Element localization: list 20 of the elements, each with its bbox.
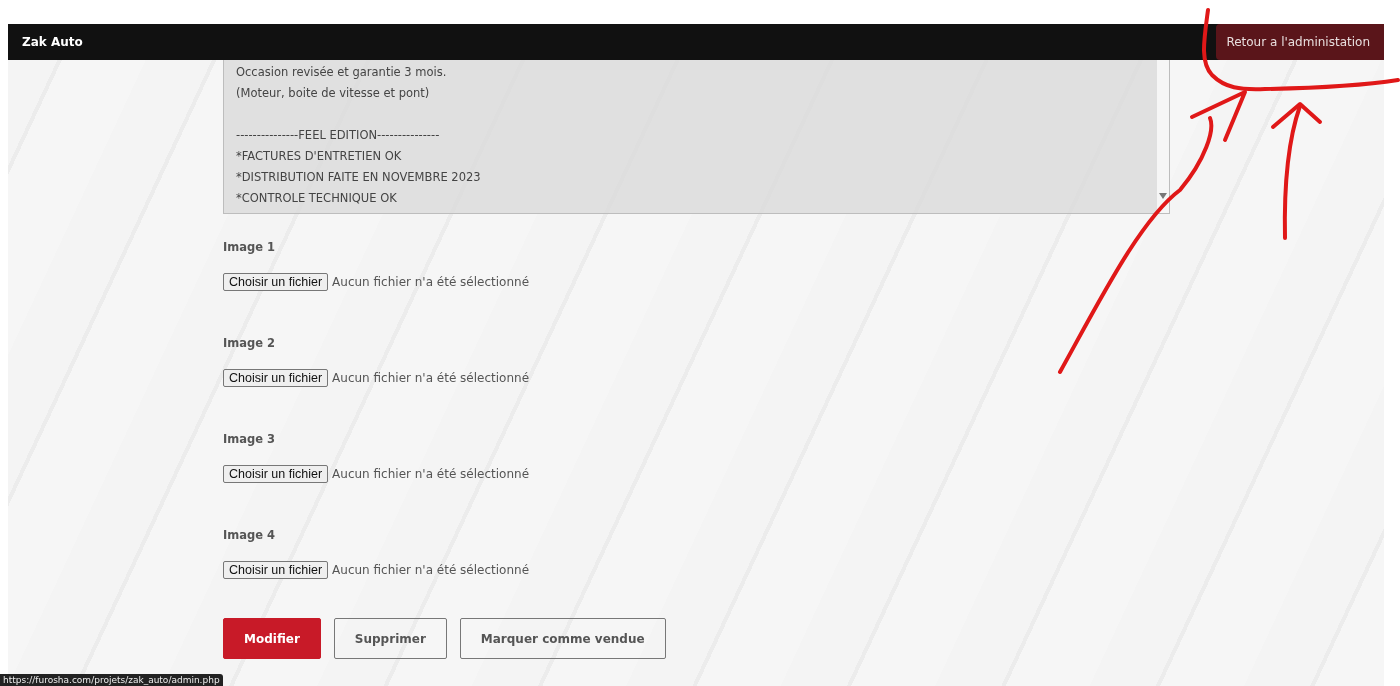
choose-file-button[interactable]: Choisir un fichier — [223, 561, 329, 579]
file-status-text: Aucun fichier n'a été sélectionné — [332, 467, 530, 481]
choose-file-button[interactable]: Choisir un fichier — [223, 465, 329, 483]
action-button[interactable]: Modifier — [223, 618, 321, 659]
admin-link-button[interactable]: Retour a l'administation — [1216, 24, 1384, 60]
image-label: Image 2 — [223, 336, 277, 350]
description-textarea[interactable]: Occasion revisée et garantie 3 mois. (Moteur, boite de vitesse et pont) ---------------FEEL EDITION--------------- *FACTURES D'ENTRETIEN OK *DISTRIBUTION FAITE EN NOVEMBRE 2023 *CONTROLE TECHNIQUE OK — [223, 60, 1170, 214]
choose-file-button[interactable]: Choisir un fichier — [223, 369, 329, 387]
file-status-text: Aucun fichier n'a été sélectionné — [332, 563, 530, 577]
action-button[interactable]: Marquer comme vendue — [459, 618, 666, 659]
scroll-down-icon[interactable] — [1159, 193, 1167, 199]
action-button[interactable]: Supprimer — [333, 618, 447, 659]
image-label: Image 3 — [223, 432, 277, 446]
choose-file-button[interactable]: Choisir un fichier — [223, 273, 329, 291]
file-status-text: Aucun fichier n'a été sélectionné — [332, 371, 530, 385]
image-label: Image 1 — [223, 240, 277, 254]
status-url: https://furosha.com/projets/zak_auto/admin.php — [0, 674, 223, 686]
brand-name[interactable]: Zak Auto — [22, 35, 83, 49]
file-status-text: Aucun fichier n'a été sélectionné — [332, 275, 530, 289]
image-label: Image 4 — [223, 528, 277, 542]
